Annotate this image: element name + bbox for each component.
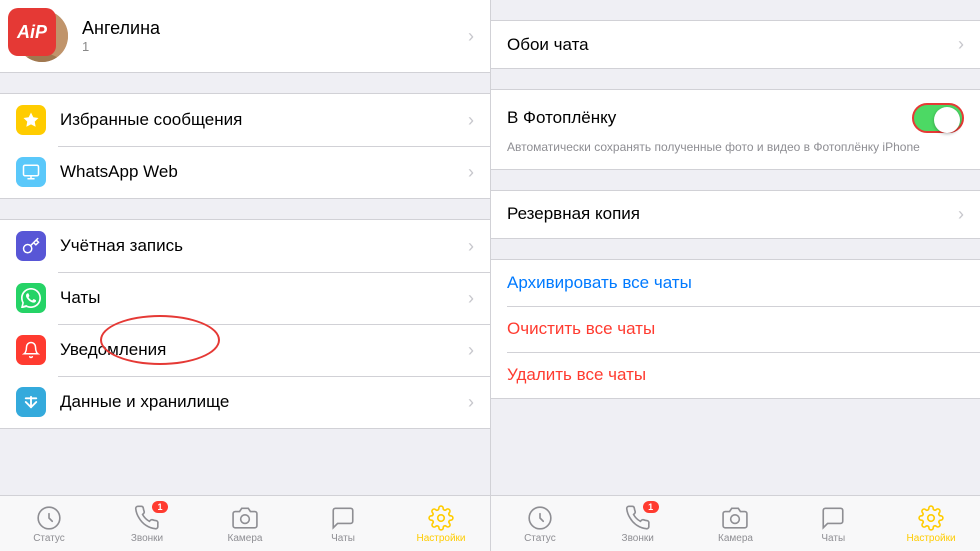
photo-description: Автоматически сохранять полученные фото … <box>507 139 964 156</box>
monitor-icon <box>16 157 46 187</box>
profile-item[interactable]: Ангелина 1 › <box>0 0 490 72</box>
backup-chevron: › <box>958 204 964 225</box>
photo-toggle-row: В Фотоплёнку <box>507 103 964 133</box>
key-icon <box>16 231 46 261</box>
backup-section: Резервная копия › <box>491 190 980 239</box>
menu-item-account[interactable]: Учётная запись › <box>0 220 490 272</box>
tab-status[interactable]: Статус <box>19 505 79 544</box>
tab-settings[interactable]: Настройки <box>411 505 471 544</box>
aip-logo: AiP <box>8 8 56 56</box>
delete-label: Удалить все чаты <box>507 365 646 384</box>
calls-badge: 1 <box>152 501 168 513</box>
profile-name: Ангелина <box>82 18 460 39</box>
settings-icon <box>428 505 454 531</box>
left-tab-bar: Статус 1 Звонки Камера <box>0 495 490 551</box>
archive-label: Архивировать все чаты <box>507 273 692 292</box>
right-tab-chats-label: Чаты <box>821 533 845 544</box>
right-tab-settings[interactable]: Настройки <box>901 505 961 544</box>
account-chevron: › <box>468 236 474 257</box>
whatsapp-web-chevron: › <box>468 162 474 183</box>
starred-chevron: › <box>468 110 474 131</box>
tab-calls-label: Звонки <box>131 533 163 544</box>
menu-item-notifications[interactable]: Уведомления › <box>0 324 490 376</box>
menu-item-backup[interactable]: Резервная копия › <box>491 191 980 238</box>
data-icon <box>16 387 46 417</box>
menu-item-chats[interactable]: Чаты › <box>0 272 490 324</box>
right-calls-badge: 1 <box>643 501 659 513</box>
menu-item-data[interactable]: Данные и хранилище › <box>0 376 490 428</box>
right-tab-calls[interactable]: 1 Звонки <box>608 505 668 544</box>
starred-label: Избранные сообщения <box>60 110 468 130</box>
status-icon <box>36 505 62 531</box>
action-archive[interactable]: Архивировать все чаты <box>491 260 980 306</box>
tab-settings-label: Настройки <box>416 533 465 544</box>
data-chevron: › <box>468 392 474 413</box>
right-chats-tab-icon <box>820 505 846 531</box>
tab-camera[interactable]: Камера <box>215 505 275 544</box>
toggle-knob <box>934 107 960 133</box>
menu-item-wallpaper[interactable]: Обои чата › <box>491 21 980 68</box>
menu-item-whatsapp-web[interactable]: WhatsApp Web › <box>0 146 490 198</box>
backup-label: Резервная копия <box>507 204 958 224</box>
bell-icon <box>16 335 46 365</box>
camera-icon <box>232 505 258 531</box>
right-settings-icon <box>918 505 944 531</box>
right-tab-bar: Статус 1 Звонки Камера <box>491 495 980 551</box>
action-clear[interactable]: Очистить все чаты <box>491 306 980 352</box>
tab-camera-label: Камера <box>228 533 263 544</box>
right-tab-status[interactable]: Статус <box>510 505 570 544</box>
right-tab-calls-label: Звонки <box>622 533 654 544</box>
right-tab-settings-label: Настройки <box>907 533 956 544</box>
tab-status-label: Статус <box>33 533 65 544</box>
profile-chevron: › <box>468 26 474 47</box>
right-camera-icon <box>722 505 748 531</box>
section-group-2: Учётная запись › Чаты › Уведомления › <box>0 219 490 429</box>
profile-subtitle: 1 <box>82 39 460 54</box>
chats-label: Чаты <box>60 288 468 308</box>
right-tab-camera[interactable]: Камера <box>705 505 765 544</box>
whatsapp-web-label: WhatsApp Web <box>60 162 468 182</box>
right-panel: Обои чата › В Фотоплёнку Автоматически с… <box>490 0 980 551</box>
account-label: Учётная запись <box>60 236 468 256</box>
section-group-1: Избранные сообщения › WhatsApp Web › <box>0 93 490 199</box>
notifications-chevron: › <box>468 340 474 361</box>
right-tab-camera-label: Камера <box>718 533 753 544</box>
clear-label: Очистить все чаты <box>507 319 655 338</box>
right-tab-status-label: Статус <box>524 533 556 544</box>
chats-tab-icon <box>330 505 356 531</box>
photo-section: В Фотоплёнку Автоматически сохранять пол… <box>491 89 980 170</box>
wallpaper-label: Обои чата <box>507 35 958 55</box>
notifications-label: Уведомления <box>60 340 468 360</box>
photo-label: В Фотоплёнку <box>507 108 912 128</box>
data-label: Данные и хранилище <box>60 392 468 412</box>
action-delete[interactable]: Удалить все чаты <box>491 352 980 398</box>
left-panel: AiP Ангелина 1 › <box>0 0 490 551</box>
menu-item-starred[interactable]: Избранные сообщения › <box>0 94 490 146</box>
photo-toggle[interactable] <box>912 103 964 133</box>
tab-chats-label: Чаты <box>331 533 355 544</box>
wallpaper-section: Обои чата › <box>491 20 980 69</box>
wallpaper-chevron: › <box>958 34 964 55</box>
right-status-icon <box>527 505 553 531</box>
profile-info: Ангелина 1 <box>82 18 460 54</box>
tab-chats[interactable]: Чаты <box>313 505 373 544</box>
right-tab-chats[interactable]: Чаты <box>803 505 863 544</box>
whatsapp-icon <box>16 283 46 313</box>
star-icon <box>16 105 46 135</box>
chats-chevron: › <box>468 288 474 309</box>
tab-calls[interactable]: 1 Звонки <box>117 505 177 544</box>
actions-section: Архивировать все чаты Очистить все чаты … <box>491 259 980 399</box>
